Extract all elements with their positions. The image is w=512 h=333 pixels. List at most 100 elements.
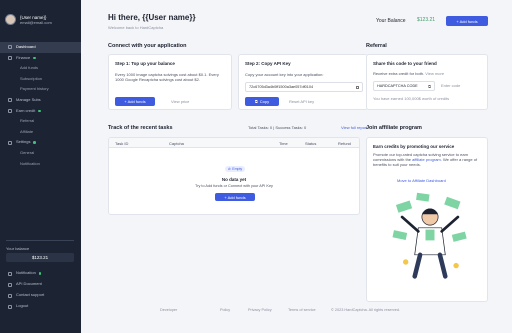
- view-price-link[interactable]: View price: [171, 99, 189, 104]
- bell-icon: [8, 271, 12, 276]
- sidebar-item-notification-bottom[interactable]: Notification: [0, 268, 81, 279]
- sidebar-item-label: Manage Subs: [16, 96, 41, 102]
- tasks-summary: Total Tasks: 0 | Success Tasks: 0: [248, 125, 307, 130]
- footer-link-developer[interactable]: Developer: [160, 308, 177, 312]
- sidebar-item-label: Affiliate: [20, 128, 34, 134]
- footer-link-terms[interactable]: Terms of service: [288, 308, 316, 312]
- empty-badge: ⊘ Empty: [225, 166, 245, 172]
- column-status: Status: [305, 141, 317, 146]
- sidebar-item-label: Earn credit: [16, 107, 36, 113]
- main-content: Hi there, {{User name}} Welcome back to …: [81, 0, 512, 333]
- empty-title: No data yet: [221, 177, 247, 182]
- earned-credits-text: You have earned 100,000$ worth of credit…: [373, 96, 450, 101]
- column-time: Time: [279, 141, 288, 146]
- sidebar-item-finance[interactable]: Finance: [0, 53, 81, 64]
- header-balance-label: Your Balance: [376, 18, 406, 24]
- table-header: Task ID Captcha Time Status Refund: [109, 138, 359, 148]
- sidebar-item-add-funds[interactable]: Add funds: [0, 63, 81, 74]
- sidebar-item-api-document[interactable]: API Document: [0, 279, 81, 290]
- referral-section-title: Referral: [366, 43, 387, 49]
- referral-card: Share this code to your friend Receive e…: [366, 54, 488, 110]
- sidebar-item-general[interactable]: General: [0, 148, 81, 159]
- gift-icon: [8, 108, 12, 113]
- sidebar-item-label: Dashboard: [16, 44, 36, 49]
- status-dot: [33, 56, 36, 60]
- affiliate-section-title: Join affiliate program: [366, 125, 422, 131]
- sidebar-item-contact-support[interactable]: Contact support: [0, 290, 81, 301]
- footer-link-policy[interactable]: Policy: [220, 308, 230, 312]
- sidebar: {User name}} email@email.com Dashboard F…: [0, 0, 81, 333]
- affiliate-text: Promote our top-rated captcha solving se…: [373, 152, 485, 168]
- list-icon: [8, 98, 12, 103]
- gear-icon: [8, 140, 12, 145]
- view-full-report-link[interactable]: View full report: [341, 125, 367, 130]
- api-key-field[interactable]: 72c6705d3a4b0ff1500a3ae057df0104: [245, 82, 363, 92]
- document-icon: [8, 282, 12, 287]
- table-add-funds-button[interactable]: + Add funds: [215, 193, 255, 201]
- sidebar-item-label: API Document: [16, 281, 42, 287]
- reset-api-key-link[interactable]: Reset API key: [289, 99, 314, 104]
- sidebar-item-earn-credit[interactable]: Earn credit: [0, 106, 81, 117]
- status-dot: [38, 272, 42, 275]
- avatar: [5, 14, 16, 25]
- enter-code-input[interactable]: Enter code: [441, 83, 460, 88]
- sidebar-item-payment-history[interactable]: Payment history: [0, 84, 81, 95]
- column-task-id: Task ID: [115, 141, 129, 146]
- divider: [6, 240, 74, 241]
- affiliate-card-title: Earn credits by promoting our service: [373, 144, 455, 149]
- sidebar-item-label: General: [20, 149, 35, 155]
- column-refund: Refund: [338, 141, 351, 146]
- affiliate-illustration: [392, 192, 467, 279]
- add-funds-button[interactable]: + Add funds: [446, 16, 488, 26]
- sidebar-item-logout[interactable]: Logout: [0, 301, 81, 312]
- page-subtitle: Welcome back to HardCaptcha: [108, 25, 164, 30]
- referral-code-field[interactable]: HARDCAPTCHA CODE ⧉: [373, 81, 435, 91]
- copy-button-label: Copy: [259, 99, 270, 104]
- view-more-link[interactable]: View more: [425, 71, 444, 76]
- sidebar-item-label: Finance: [16, 54, 31, 60]
- sidebar-item-label: Payment history: [20, 86, 49, 92]
- referral-card-title: Share this code to your friend: [373, 61, 437, 66]
- sidebar-nav: Dashboard Finance Add funds Subscription…: [0, 42, 81, 169]
- balance-label: Your balance: [6, 246, 30, 251]
- sidebar-item-label: Notification: [20, 160, 40, 166]
- sidebar-item-label: Logout: [16, 303, 29, 309]
- sidebar-item-dashboard[interactable]: Dashboard: [0, 42, 81, 53]
- step2-text: Copy your account key into your applicat…: [245, 72, 324, 77]
- step1-text: Every 1000 image captcha solvings cost a…: [115, 72, 219, 83]
- support-icon: [8, 293, 12, 298]
- sidebar-item-manage-subs[interactable]: Manage Subs: [0, 95, 81, 106]
- copy-icon: ⧉: [254, 99, 258, 104]
- step1-add-funds-button[interactable]: + Add funds: [115, 97, 155, 106]
- move-to-affiliate-link[interactable]: Move to Affiliate Dashboard: [397, 178, 446, 183]
- sidebar-item-settings[interactable]: Settings: [0, 137, 81, 148]
- sidebar-item-label: Subscription: [20, 75, 43, 81]
- user-email: email@email.com: [20, 19, 52, 25]
- status-dot: [33, 141, 36, 144]
- copy-button[interactable]: ⧉ Copy: [245, 97, 279, 106]
- header-balance-value: $123.21: [417, 17, 436, 23]
- sidebar-item-subscription[interactable]: Subscription: [0, 74, 81, 85]
- connect-section-title: Connect with your application: [108, 43, 187, 49]
- sidebar-item-notification[interactable]: Notification: [0, 159, 81, 170]
- sidebar-item-label: Settings: [16, 139, 31, 145]
- api-key-value: 72c6705d3a4b0ff1500a3ae057df0104: [249, 85, 314, 89]
- empty-text: Try to Add funds or Connect with your AP…: [195, 184, 273, 188]
- empty-badge-icon: ⊘: [227, 167, 231, 171]
- logout-icon: [8, 304, 12, 309]
- sidebar-item-affiliate[interactable]: Affiliate: [0, 127, 81, 138]
- footer-copyright: © 2023 HardCaptcha. All rights reserved.: [331, 308, 401, 312]
- affiliate-card: Earn credits by promoting our service Pr…: [366, 137, 488, 302]
- balance-box[interactable]: $123.21: [6, 253, 74, 262]
- sidebar-item-referral[interactable]: Referral: [0, 116, 81, 127]
- step1-card: Step 1: Top up your balance Every 1000 i…: [108, 54, 232, 110]
- copy-icon[interactable]: [356, 86, 359, 89]
- step1-title: Step 1: Top up your balance: [115, 61, 175, 66]
- balance-value: $123.21: [31, 255, 49, 260]
- copyright-text: 2023 HardCaptcha. All rights reserved.: [334, 308, 401, 312]
- user-profile[interactable]: {User name}} email@email.com: [5, 14, 52, 25]
- sidebar-item-label: Referral: [20, 118, 35, 124]
- footer-link-privacy-policy[interactable]: Privacy Policy: [248, 308, 272, 312]
- copy-icon[interactable]: ⧉: [428, 84, 431, 89]
- referral-text: Receive extra credit for both. View more: [373, 71, 444, 76]
